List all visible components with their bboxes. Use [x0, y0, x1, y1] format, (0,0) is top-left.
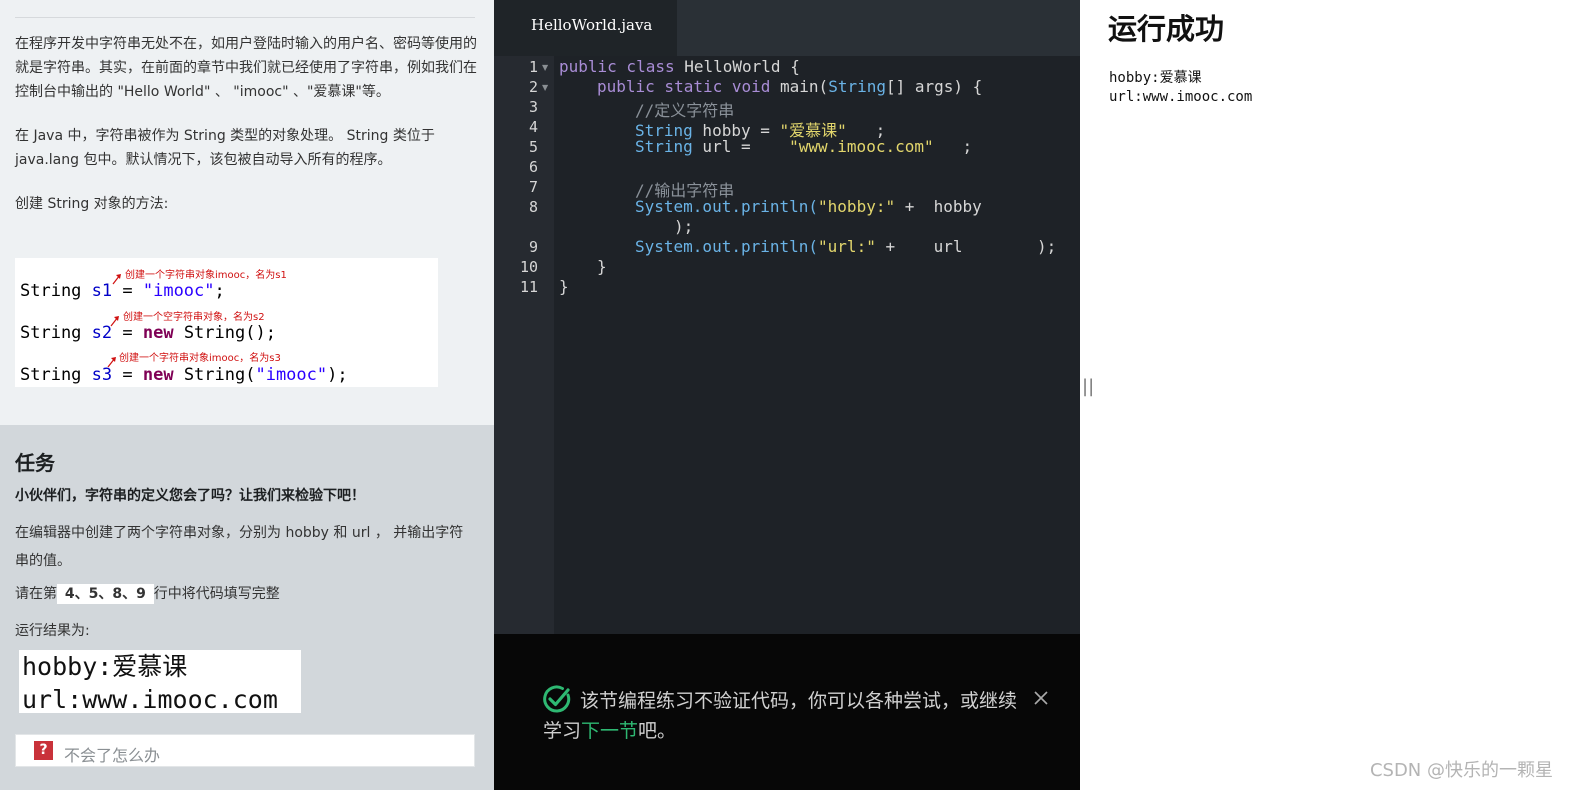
- code-line-s2: String s2 = new String();: [20, 323, 276, 343]
- code-line-1: public class HelloWorld {: [559, 57, 800, 76]
- code-line-8: System.out.println("hobby:" + hobby: [635, 197, 982, 216]
- close-icon[interactable]: [1033, 690, 1049, 706]
- line-number: 6: [528, 158, 538, 176]
- code-input-area[interactable]: public class HelloWorld { public static …: [554, 56, 1080, 634]
- intro-paragraph-3: 创建 String 对象的方法:: [15, 196, 169, 212]
- line-number: 8: [528, 198, 538, 216]
- code-line-10: }: [597, 257, 607, 276]
- expected-line-2: url:www.imooc.com: [22, 685, 278, 714]
- code-line-2: public static void main(String[] args) {: [597, 77, 983, 96]
- notice-message: 该节编程练习不验证代码，你可以各种尝试，或继续学习下一节吧。: [543, 690, 1018, 742]
- run-status-title: 运行成功: [1108, 12, 1225, 46]
- lesson-panel: 在程序开发中字符串无处不在，如用户登陆时输入的用户名、密码等使用的就是字符串。其…: [0, 0, 494, 790]
- annotation-s3: 创建一个字符串对象imooc，名为s3: [119, 353, 281, 364]
- line-number: 7: [528, 178, 538, 196]
- line-number: 11: [519, 278, 538, 296]
- task-instruction: 请在第 4、5、8、9 行中将代码填写完整: [15, 584, 280, 604]
- code-line-s3: String s3 = new String("imooc");: [20, 365, 348, 385]
- line-number: 5: [528, 138, 538, 156]
- help-label: 不会了怎么办: [64, 746, 161, 765]
- task-description: 在编辑器中创建了两个字符串对象，分别为 hobby 和 url ， 并输出字符串…: [15, 525, 464, 569]
- code-line-s1: String s1 = "imooc";: [20, 281, 225, 301]
- question-icon: ?: [34, 741, 53, 760]
- line-number: 10: [519, 258, 538, 276]
- fold-arrow-icon[interactable]: ▼: [542, 83, 548, 92]
- output-panel: || 运行成功 hobby:爱慕课 url:www.imooc.com CSDN …: [1080, 0, 1576, 790]
- line-gutter: 1 ▼ 2 ▼ 3 4 5 6 7 8 9 10 11: [494, 56, 554, 634]
- task-subtitle: 小伙伴们，字符串的定义您会了吗？让我们来检验下吧！: [15, 488, 365, 504]
- intro-paragraph-1: 在程序开发中字符串无处不在，如用户登陆时输入的用户名、密码等使用的就是字符串。其…: [15, 36, 477, 100]
- string-example-image: 创建一个字符串对象imooc，名为s1 String s1 = "imooc";…: [15, 258, 438, 387]
- code-line-8-wrap: );: [674, 217, 694, 236]
- lesson-intro: 在程序开发中字符串无处不在，如用户登陆时输入的用户名、密码等使用的就是字符串。其…: [15, 32, 477, 216]
- code-line-9: System.out.println("url:" + url: [635, 237, 963, 256]
- help-button[interactable]: ? 不会了怎么办: [15, 734, 475, 767]
- code-editor: HelloWorld.java 1 ▼ 2 ▼ 3 4 5 6 7 8 9 10…: [494, 0, 1080, 790]
- notice-toast: 该节编程练习不验证代码，你可以各种尝试，或继续学习下一节吧。: [494, 634, 1080, 790]
- line-number: 1: [528, 58, 538, 76]
- expected-result-image: hobby:爱慕课 url:www.imooc.com: [19, 650, 301, 714]
- code-line-5: String url = "www.imooc.com" ;: [635, 137, 973, 156]
- line-number: 3: [528, 98, 538, 116]
- annotation-s2: 创建一个空字符串对象，名为s2: [123, 312, 265, 323]
- resize-handle[interactable]: ||: [1082, 376, 1094, 397]
- line-number: 2: [528, 78, 538, 96]
- divider: [15, 17, 475, 18]
- console-output: hobby:爱慕课 url:www.imooc.com: [1109, 70, 1253, 105]
- tab-helloworld-java[interactable]: HelloWorld.java: [494, 0, 677, 56]
- line-number: 4: [528, 118, 538, 136]
- watermark: CSDN @快乐的一颗星: [1369, 760, 1553, 781]
- line-numbers-highlight: 4、5、8、9: [57, 584, 154, 604]
- code-line-11: }: [559, 277, 569, 296]
- annotation-s1: 创建一个字符串对象imooc，名为s1: [125, 270, 287, 281]
- line-number: 9: [528, 238, 538, 256]
- code-line-9-end: );: [1037, 237, 1057, 256]
- task-heading: 任务: [15, 451, 55, 475]
- fold-arrow-icon[interactable]: ▼: [542, 63, 548, 72]
- expected-line-1: hobby:爱慕课: [22, 652, 188, 681]
- intro-paragraph-2: 在 Java 中，字符串被作为 String 类型的对象处理。 String 类…: [15, 128, 435, 168]
- task-section: 任务 小伙伴们，字符串的定义您会了吗？让我们来检验下吧！ 在编辑器中创建了两个字…: [0, 425, 494, 790]
- next-section-link[interactable]: 下一节: [581, 720, 638, 742]
- editor-tabbar: HelloWorld.java: [494, 0, 1080, 56]
- result-label: 运行结果为:: [15, 623, 90, 639]
